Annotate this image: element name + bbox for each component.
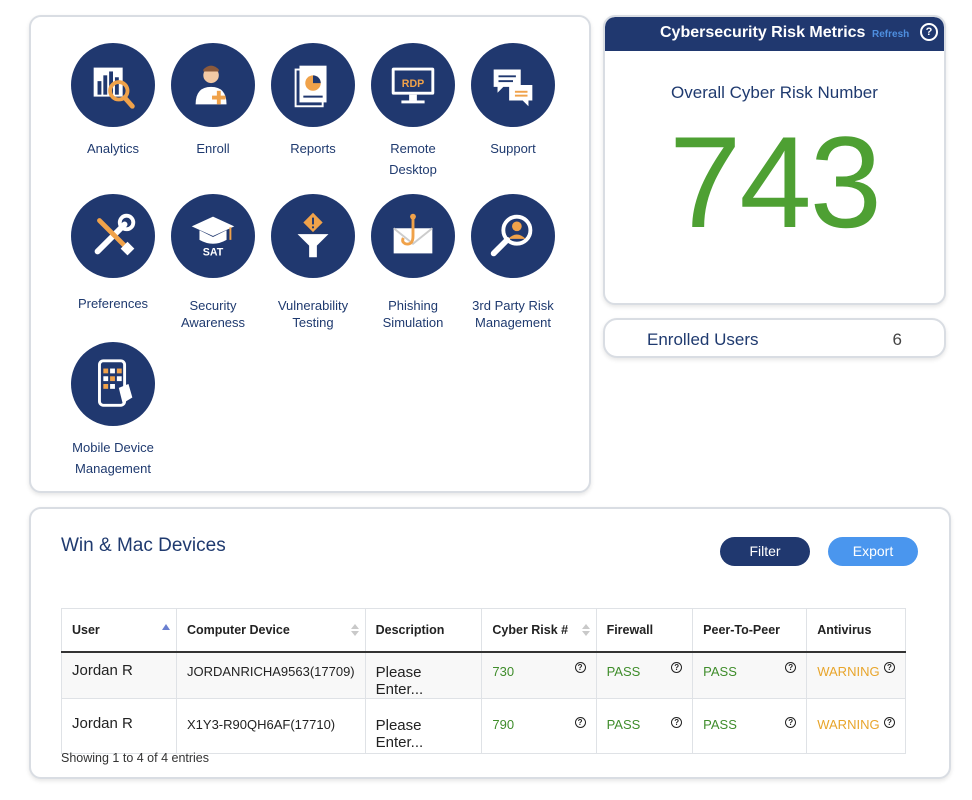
cell-firewall: PASS? (595, 651, 694, 699)
sort-icon (581, 624, 590, 636)
devices-panel: Win & Mac Devices Filter Export User Com… (29, 507, 951, 779)
cell-p2p: PASS? (692, 651, 808, 699)
app-support[interactable]: Support (453, 43, 573, 159)
third-party-risk-icon (471, 194, 555, 278)
risk-value: 790 (492, 716, 515, 732)
refresh-link[interactable]: Refresh (872, 29, 909, 40)
column-header-firewall[interactable]: Firewall (595, 608, 694, 653)
column-header-antivirus[interactable]: Antivirus (806, 608, 906, 653)
risk-value: 730 (492, 663, 515, 679)
app-label: Support (490, 141, 536, 156)
table-row[interactable]: Jordan R X1Y3-R90QH6AF(17710) Please Ent… (61, 697, 906, 754)
analytics-icon (71, 43, 155, 127)
column-header-peer-to-peer[interactable]: Peer-To-Peer (692, 608, 808, 653)
cell-description[interactable]: Please Enter... (364, 697, 483, 754)
enrolled-count: 6 (892, 330, 902, 349)
cell-risk: 790? (481, 697, 597, 754)
cell-antivirus: WARNING? (806, 651, 906, 699)
vulnerability-icon (271, 194, 355, 278)
panel-header: Cybersecurity Risk Metrics Refresh ? (605, 17, 944, 51)
column-label: Firewall (606, 623, 654, 637)
cell-risk: 730? (481, 651, 597, 699)
antivirus-status: WARNING (817, 663, 880, 679)
devices-title: Win & Mac Devices (61, 535, 226, 556)
security-awareness-icon: SAT (171, 194, 255, 278)
export-button[interactable]: Export (828, 537, 918, 566)
cell-device: JORDANRICHA9563(17709) (176, 651, 366, 699)
enrolled-label: Enrolled Users (647, 330, 759, 349)
column-header-description[interactable]: Description (364, 608, 483, 653)
column-label: User (72, 623, 100, 637)
p2p-status: PASS (703, 716, 737, 732)
cell-user: Jordan R (61, 697, 177, 754)
help-icon[interactable]: ? (785, 716, 797, 728)
antivirus-status: WARNING (817, 716, 880, 732)
filter-button[interactable]: Filter (720, 537, 810, 566)
devices-table: User Computer Device Description Cyber R… (61, 608, 906, 754)
column-label: Antivirus (817, 623, 872, 637)
column-header-cyber-risk[interactable]: Cyber Risk # (481, 608, 597, 653)
app-label-line2: Desktop (389, 162, 437, 177)
firewall-status: PASS (606, 716, 641, 732)
column-label: Peer-To-Peer (703, 623, 781, 637)
help-icon[interactable]: ? (884, 716, 895, 728)
app-label-line2: Management (475, 315, 551, 330)
help-icon[interactable]: ? (671, 716, 683, 728)
firewall-status: PASS (606, 663, 641, 679)
help-icon[interactable]: ? (785, 661, 797, 673)
cyber-risk-metrics-panel: Cybersecurity Risk Metrics Refresh ? Ove… (603, 15, 946, 305)
cell-p2p: PASS? (692, 697, 808, 754)
enrolled-users-card[interactable]: Enrolled Users 6 (603, 318, 946, 358)
cell-antivirus: WARNING? (806, 697, 906, 754)
reports-icon (271, 43, 355, 127)
column-label: Computer Device (187, 623, 290, 637)
help-icon[interactable]: ? (574, 716, 586, 728)
sat-badge: SAT (203, 246, 224, 258)
risk-number: 743 (669, 109, 882, 255)
cell-device: X1Y3-R90QH6AF(17710) (176, 697, 366, 754)
app-label-line1: 3rd Party Risk (472, 298, 554, 313)
column-header-user[interactable]: User (61, 608, 177, 653)
risk-subtitle: Overall Cyber Risk Number (671, 83, 878, 102)
column-label: Description (375, 623, 445, 637)
sort-asc-icon (162, 624, 170, 630)
app-label-line2: Management (75, 461, 151, 476)
remote-desktop-icon: RDP (371, 43, 455, 127)
help-icon[interactable]: ? (884, 661, 895, 673)
column-header-computer-device[interactable]: Computer Device (176, 608, 366, 653)
help-icon[interactable]: ? (574, 661, 586, 673)
table-row[interactable]: Jordan R JORDANRICHA9563(17709) Please E… (61, 651, 906, 699)
support-icon (471, 43, 555, 127)
apps-panel: Analytics Enroll Reports RDP Remote Desk… (29, 15, 591, 493)
app-mobile-device-management[interactable]: Mobile Device Management (53, 342, 173, 479)
enroll-icon (171, 43, 255, 127)
cell-user: Jordan R (61, 651, 177, 699)
phishing-icon (371, 194, 455, 278)
panel-title: Cybersecurity Risk Metrics (660, 24, 866, 41)
cell-description[interactable]: Please Enter... (364, 651, 483, 699)
sort-icon (350, 624, 359, 636)
app-third-party-risk[interactable]: 3rd Party Risk Management (453, 194, 573, 331)
help-icon[interactable]: ? (671, 661, 683, 673)
rdp-badge: RDP (402, 78, 424, 90)
preferences-icon (71, 194, 155, 278)
app-label-line1: Mobile Device (72, 440, 154, 455)
cell-firewall: PASS? (595, 697, 694, 754)
column-label: Cyber Risk # (492, 623, 569, 637)
help-icon[interactable]: ? (920, 23, 938, 41)
table-footer: Showing 1 to 4 of 4 entries (61, 751, 210, 765)
mobile-device-icon (71, 342, 155, 426)
p2p-status: PASS (703, 663, 737, 679)
